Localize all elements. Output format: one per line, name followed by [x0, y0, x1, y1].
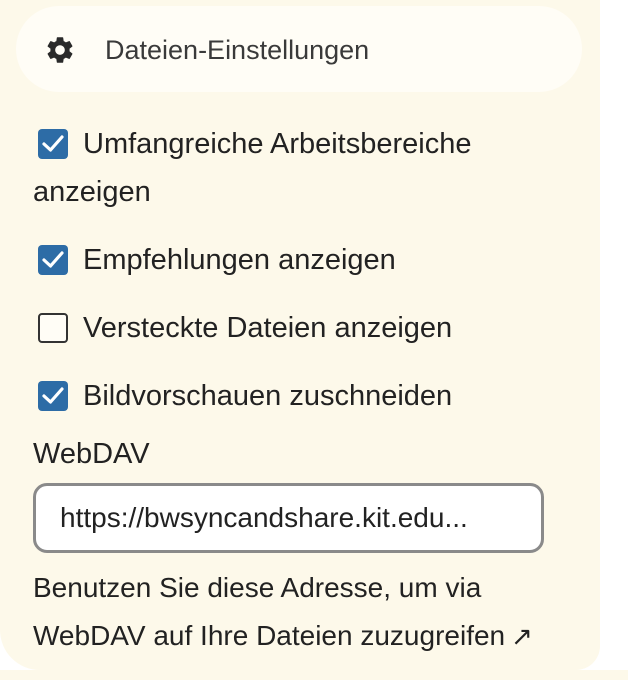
files-settings-button[interactable]: Dateien-Einstellungen [16, 6, 582, 92]
webdav-help-line2: WebDAV auf Ihre Dateien zuzugreifen [33, 620, 506, 651]
gear-icon [47, 37, 73, 63]
files-settings-label: Dateien-Einstellungen [105, 35, 370, 65]
large-workspaces-checkbox[interactable] [38, 129, 68, 159]
checkmark-icon [42, 387, 64, 404]
hidden-files-label: Versteckte Dateien anzeigen [83, 312, 453, 344]
hidden-files-checkbox[interactable] [38, 313, 68, 343]
recommendations-label: Empfehlungen anzeigen [83, 244, 396, 276]
crop-previews-label: Bildvorschauen zuschneiden [83, 380, 453, 412]
recommendations-checkbox[interactable] [38, 245, 68, 275]
webdav-url-field[interactable] [33, 483, 544, 553]
large-workspaces-label-line1: Umfangreiche Arbeitsbereiche [83, 128, 472, 160]
webdav-help-link[interactable]: WebDAV auf Ihre Dateien zuzugreifen ↗ [33, 620, 533, 651]
checkmark-icon [42, 251, 64, 268]
webdav-help-text: Benutzen Sie diese Adresse, um via WebDA… [33, 564, 593, 660]
external-link-arrow-icon: ↗ [511, 621, 533, 651]
large-workspaces-label-line2: anzeigen [33, 176, 151, 208]
checkmark-icon [42, 135, 64, 152]
webdav-heading: WebDAV [33, 438, 150, 470]
webdav-help-line1: Benutzen Sie diese Adresse, um via [33, 572, 482, 603]
crop-previews-checkbox[interactable] [38, 381, 68, 411]
panel-bottom-edge [0, 670, 628, 680]
files-settings-panel: Dateien-Einstellungen Umfangreiche Arbei… [0, 0, 600, 670]
